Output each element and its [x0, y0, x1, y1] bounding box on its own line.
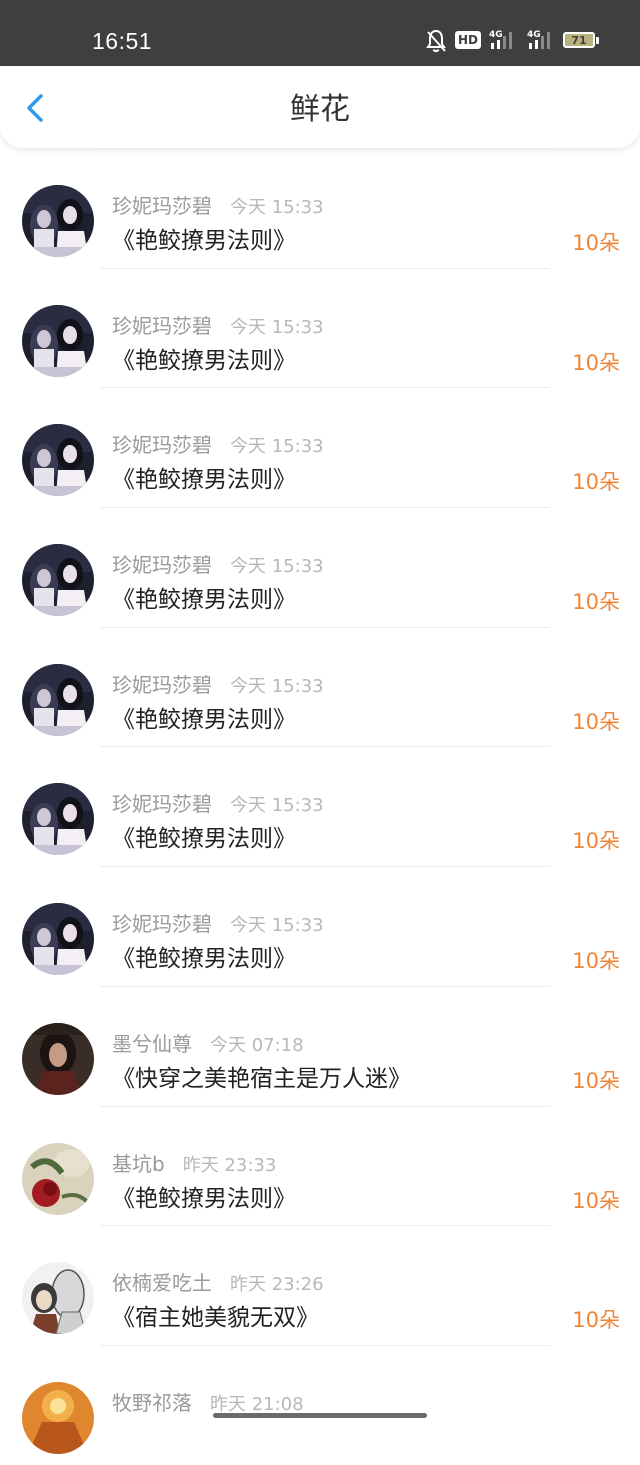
timestamp: 今天 15:33	[230, 556, 324, 578]
timestamp: 今天 15:33	[230, 316, 324, 338]
list-item[interactable]: 珍妮玛莎碧 今天 15:33 《艳鲛撩男法则》 10朵	[0, 507, 640, 627]
flower-amount: 10朵	[572, 709, 620, 734]
book-title[interactable]: 《艳鲛撩男法则》	[112, 823, 296, 855]
user-name[interactable]: 珍妮玛莎碧	[112, 912, 212, 936]
book-title[interactable]: 《艳鲛撩男法则》	[112, 1183, 296, 1215]
divider	[100, 267, 550, 269]
timestamp: 今天 15:33	[230, 436, 324, 458]
book-title[interactable]: 《艳鲛撩男法则》	[112, 943, 296, 975]
list-item[interactable]: 珍妮玛莎碧 今天 15:33 《艳鲛撩男法则》 10朵	[0, 148, 640, 268]
flower-amount: 10朵	[572, 470, 620, 495]
list-item[interactable]: 珍妮玛莎碧 今天 15:33 《艳鲛撩男法则》 10朵	[0, 267, 640, 388]
list-item[interactable]: 珍妮玛莎碧 今天 15:33 《艳鲛撩男法则》 10朵	[0, 626, 640, 747]
book-title[interactable]: 《快穿之美艳宿主是万人迷》	[112, 1063, 411, 1095]
book-title[interactable]: 《艳鲛撩男法则》	[112, 704, 296, 736]
divider	[100, 1105, 550, 1107]
network-type: 4G	[489, 30, 503, 40]
avatar[interactable]	[22, 903, 94, 976]
avatar[interactable]	[22, 783, 94, 856]
timestamp: 昨天 21:08	[210, 1393, 304, 1415]
divider	[100, 1344, 550, 1346]
user-name[interactable]: 珍妮玛莎碧	[112, 553, 212, 577]
flower-amount: 10朵	[572, 590, 620, 615]
user-name[interactable]: 基坑b	[112, 1152, 165, 1176]
avatar[interactable]	[22, 663, 94, 736]
bell-muted-icon	[426, 29, 446, 53]
avatar[interactable]	[22, 544, 94, 617]
list-item[interactable]: 珍妮玛莎碧 今天 15:33 《艳鲛撩男法则》 10朵	[0, 746, 640, 866]
book-title[interactable]: 《艳鲛撩男法则》	[112, 345, 296, 377]
divider	[100, 626, 550, 628]
divider	[100, 148, 550, 149]
flower-gift-list: 珍妮玛莎碧 今天 15:33 《艳鲛撩男法则》 10朵 珍妮玛莎碧 今天 15:33 《艳鲛…	[0, 148, 640, 1465]
timestamp: 今天 15:33	[230, 197, 324, 218]
avatar[interactable]	[22, 1381, 94, 1454]
timestamp: 今天 07:18	[210, 1034, 304, 1056]
list-item[interactable]: 依楠爱吃土 昨天 23:26 《宿主她美貌无双》 10朵	[0, 1225, 640, 1345]
list-item[interactable]: 珍妮玛莎碧 今天 15:33 《艳鲛撩男法则》 10朵	[0, 387, 640, 507]
user-name[interactable]: 珍妮玛莎碧	[112, 433, 212, 457]
avatar[interactable]	[22, 424, 94, 497]
flower-amount: 10朵	[572, 1068, 620, 1093]
home-indicator[interactable]	[213, 1413, 427, 1418]
flower-amount: 10朵	[572, 231, 620, 255]
signal-icon: 4G	[527, 30, 550, 49]
avatar[interactable]	[22, 1262, 94, 1335]
divider	[100, 1225, 550, 1227]
divider	[100, 866, 550, 868]
book-title[interactable]: 《宿主她美貌无双》	[112, 1302, 319, 1334]
divider	[100, 387, 550, 389]
avatar[interactable]	[22, 304, 94, 377]
list-item[interactable]: 珍妮玛莎碧 今天 15:33 《艳鲛撩男法则》 10朵	[0, 866, 640, 986]
avatar[interactable]	[22, 185, 94, 257]
flower-amount: 10朵	[572, 1308, 620, 1333]
user-name[interactable]: 珍妮玛莎碧	[112, 792, 212, 816]
signal-icon: 4G	[489, 30, 512, 49]
book-title[interactable]: 《艳鲛撩男法则》	[112, 225, 296, 257]
page-title: 鲜花	[290, 92, 350, 127]
flower-amount: 10朵	[572, 829, 620, 854]
list-item[interactable]: 牧野祁落 昨天 21:08	[0, 1344, 640, 1465]
hd-badge: HD	[455, 31, 481, 49]
flower-amount: 10朵	[572, 350, 620, 375]
timestamp: 昨天 23:33	[182, 1154, 277, 1176]
list-item[interactable]: 墨兮仙尊 今天 07:18 《快穿之美艳宿主是万人迷》 10朵	[0, 985, 640, 1106]
user-name[interactable]: 牧野祁落	[112, 1391, 192, 1415]
user-name[interactable]: 珍妮玛莎碧	[112, 673, 212, 697]
flower-amount: 10朵	[572, 1188, 620, 1213]
avatar[interactable]	[22, 1142, 94, 1215]
avatar[interactable]	[22, 1022, 94, 1095]
user-name[interactable]: 依楠爱吃土	[112, 1271, 212, 1295]
divider	[100, 746, 550, 748]
timestamp: 今天 15:33	[230, 795, 324, 817]
page-header: 鲜花	[0, 66, 640, 148]
user-name[interactable]: 墨兮仙尊	[112, 1032, 192, 1056]
battery-icon: 71	[563, 32, 599, 48]
battery-level: 71	[571, 34, 587, 47]
user-name[interactable]: 珍妮玛莎碧	[112, 314, 212, 338]
timestamp: 昨天 23:26	[230, 1274, 324, 1296]
divider	[100, 507, 550, 509]
divider	[100, 985, 550, 987]
flower-amount: 10朵	[572, 949, 620, 974]
timestamp: 今天 15:33	[230, 675, 324, 697]
status-bar: 16:51 HD 4G 4G 71	[0, 0, 640, 66]
status-time: 16:51	[92, 28, 153, 54]
timestamp: 今天 15:33	[230, 915, 324, 937]
network-type: 4G	[527, 30, 541, 40]
user-name[interactable]: 珍妮玛莎碧	[112, 194, 212, 218]
book-title[interactable]: 《艳鲛撩男法则》	[112, 584, 296, 616]
book-title[interactable]: 《艳鲛撩男法则》	[112, 464, 296, 496]
list-item[interactable]: 基坑b 昨天 23:33 《艳鲛撩男法则》 10朵	[0, 1105, 640, 1226]
